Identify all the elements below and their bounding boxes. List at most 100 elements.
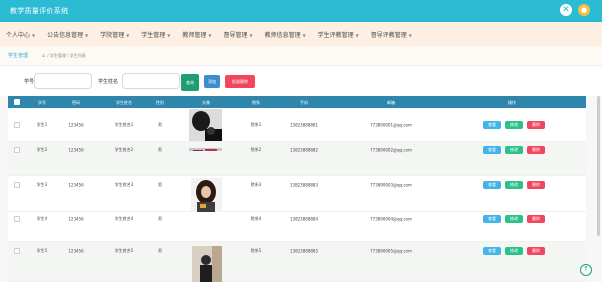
scrollbar[interactable] [597,96,600,236]
edit-button[interactable]: 修改 [505,247,523,255]
chevron-down-icon: ▼ [85,32,89,38]
nav-item-supervisor-eval[interactable]: 督导评教管理 ▼ [371,30,412,39]
nav-item-notice[interactable]: 公告信息管理 ▼ [47,30,88,39]
chevron-down-icon: ▼ [355,32,359,38]
user-icon[interactable]: ● [578,4,590,16]
row-checkbox[interactable] [14,248,20,254]
cell-department: 院系1 [250,121,262,127]
nav-item-student-eval[interactable]: 学生评教管理 ▼ [318,30,359,39]
batch-delete-button[interactable]: 批量删除 [225,75,255,88]
cell-gender: 男 [158,147,162,152]
edit-button[interactable]: 修改 [505,121,523,129]
filter-bar: 学号 学生姓名 查询 添加 批量删除 [0,66,602,96]
chevron-down-icon: ▼ [32,32,36,38]
cell-password: 123456 [68,248,84,254]
row-checkbox[interactable] [14,216,20,222]
avatar [189,142,222,151]
student-id-input[interactable] [34,73,92,89]
column-header: 密码 [72,100,80,105]
student-name-label: 学生姓名 [98,79,119,85]
main-nav: 个人中心 ▼ 公告信息管理 ▼ 学院管理 ▼ 学生管理 ▼ 教师管理 ▼ 督导管理 ▼ 教师… [0,22,602,46]
edit-button[interactable]: 修改 [505,146,523,154]
chevron-down-icon: ▼ [249,32,253,38]
table-row: 学生4 123456 学生姓名4 男 院系4 13823888884 77389… [8,212,586,242]
cell-email: 773890003@qq.com [370,182,412,188]
nav-item-teacher[interactable]: 教师管理 ▼ [182,30,211,39]
app-header: 教学质量评价系统 ✕ ● [0,0,602,22]
chevron-down-icon: ▼ [302,32,306,38]
student-table: 学号 密码 学生姓名 性别 头像 院系 手机 邮箱 操作 学生1 123456 … [8,96,586,282]
edit-button[interactable]: 修改 [505,181,523,189]
column-header: 性别 [156,100,164,105]
cell-gender: 男 [158,182,162,187]
chevron-down-icon: ▼ [208,32,212,38]
back-to-top-icon[interactable]: ↑ [580,264,592,276]
cell-password: 123456 [68,216,84,222]
nav-item-student[interactable]: 学生管理 ▼ [141,30,170,39]
cell-department: 院系4 [250,216,262,221]
row-checkbox[interactable] [14,182,20,188]
cell-gender: 男 [158,216,162,221]
cell-email: 773890001@qq.com [370,122,412,127]
row-checkbox[interactable] [14,147,20,153]
column-header: 头像 [202,100,210,105]
chevron-down-icon: ▼ [408,32,412,38]
row-checkbox[interactable] [14,122,20,128]
nav-item-personal-center[interactable]: 个人中心 ▼ [6,30,35,39]
breadcrumb: 学生管理 ⌂ / 学生管理 / 学生列表 [0,46,602,66]
nav-item-supervisor[interactable]: 督导管理 ▼ [223,30,252,39]
nav-item-teacher-info[interactable]: 教师信息管理 ▼ [265,30,306,39]
column-header: 院系 [252,100,260,105]
column-header: 学号 [38,100,46,105]
cell-student-id: 学生4 [36,216,48,221]
table-row: 学生2 123456 学生姓名2 男 院系2 13823888882 77389… [8,142,586,176]
cell-gender: 男 [158,248,162,253]
view-button[interactable]: 查看 [483,215,501,223]
cell-password: 123456 [68,122,84,127]
avatar [189,109,222,141]
view-button[interactable]: 查看 [483,121,501,129]
cell-phone: 13823888885 [290,248,318,254]
cell-phone: 13823888884 [290,216,318,222]
column-header: 邮箱 [387,100,395,105]
cell-student-id: 学生1 [36,121,48,127]
cell-password: 123456 [68,182,84,188]
edit-button[interactable]: 修改 [505,215,523,223]
cell-student-id: 学生5 [36,248,48,253]
cell-email: 773890002@qq.com [370,147,412,153]
cell-phone: 13823888882 [290,147,318,153]
delete-button[interactable]: 删除 [527,247,545,255]
table-row: 学生1 123456 学生姓名1 男 院系1 13823888881 77389… [8,108,586,142]
cell-department: 院系2 [250,147,262,152]
delete-button[interactable]: 删除 [527,181,545,189]
cell-name: 学生姓名4 [114,216,134,221]
add-button[interactable]: 添加 [204,75,220,88]
view-button[interactable]: 查看 [483,247,501,255]
cell-email: 773890005@qq.com [370,248,412,254]
view-button[interactable]: 查看 [483,181,501,189]
search-button[interactable]: 查询 [181,74,199,91]
nav-item-college[interactable]: 学院管理 ▼ [100,30,129,39]
close-icon[interactable]: ✕ [560,4,572,16]
app-title: 教学质量评价系统 [10,7,69,15]
avatar [192,246,222,282]
breadcrumb-path: / 学生管理 / 学生列表 [47,52,86,58]
student-name-input[interactable] [122,73,180,89]
chevron-down-icon: ▼ [126,32,130,38]
view-button[interactable]: 查看 [483,146,501,154]
cell-student-id: 学生3 [36,182,48,187]
table-row: 学生3 123456 学生姓名3 男 院系3 13823888883 77389… [8,176,586,212]
column-header: 操作 [508,100,516,105]
table-header: 学号 密码 学生姓名 性别 头像 院系 手机 邮箱 操作 [8,96,586,108]
cell-name: 学生姓名2 [114,147,134,152]
select-all-checkbox[interactable] [14,99,20,105]
column-header: 手机 [300,100,308,105]
delete-button[interactable]: 删除 [527,121,545,129]
delete-button[interactable]: 删除 [527,215,545,223]
delete-button[interactable]: 删除 [527,146,545,154]
cell-name: 学生姓名3 [114,182,134,187]
cell-name: 学生姓名5 [114,248,134,253]
cell-department: 院系3 [250,182,262,187]
home-icon[interactable]: ⌂ [42,53,45,59]
column-header: 学生姓名 [116,100,132,105]
